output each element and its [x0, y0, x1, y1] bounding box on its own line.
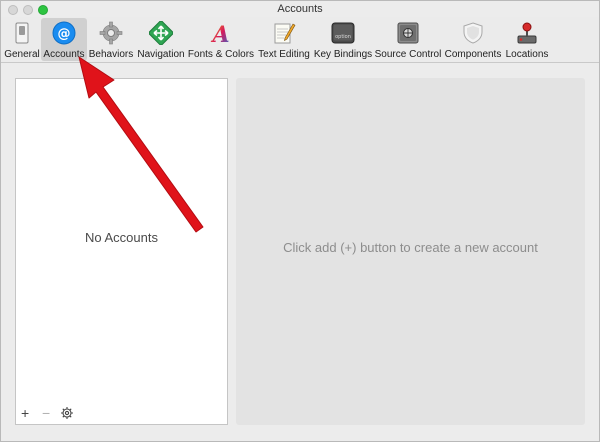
add-account-button[interactable]: + — [21, 405, 29, 421]
minimize-button[interactable] — [23, 5, 33, 15]
accounts-list[interactable]: No Accounts + − — [15, 78, 228, 425]
tab-text-editing-label: Text Editing — [258, 49, 310, 60]
window-title: Accounts — [277, 3, 323, 15]
tab-locations-label: Locations — [505, 49, 549, 60]
tab-components-label: Components — [444, 49, 502, 60]
preferences-toolbar: General @ Accounts Behaviors Navigation … — [1, 17, 599, 63]
create-account-hint: Click add (+) button to create a new acc… — [283, 240, 538, 255]
tab-general-label: General — [4, 49, 40, 60]
safe-icon — [397, 22, 419, 44]
tab-key-bindings-label: Key Bindings — [313, 49, 373, 60]
tab-navigation[interactable]: Navigation — [135, 18, 187, 61]
tab-general[interactable]: General — [3, 18, 41, 61]
joystick-icon — [517, 22, 537, 44]
tab-accounts[interactable]: @ Accounts — [41, 18, 87, 61]
tab-fonts-colors[interactable]: A Fonts & Colors — [187, 18, 255, 61]
svg-text:A: A — [210, 22, 229, 45]
account-detail-pane: Click add (+) button to create a new acc… — [236, 78, 585, 425]
zoom-button[interactable] — [38, 5, 48, 15]
switch-icon — [15, 22, 29, 44]
tab-fonts-colors-label: Fonts & Colors — [187, 49, 255, 60]
gear-icon[interactable] — [60, 406, 74, 420]
list-bottom-bar: + − — [16, 402, 227, 424]
tab-navigation-label: Navigation — [137, 49, 185, 60]
svg-text:@: @ — [58, 27, 71, 42]
at-sign-icon: @ — [52, 21, 76, 45]
tab-source-control-label: Source Control — [374, 49, 442, 60]
pencil-paper-icon — [274, 23, 296, 44]
tab-locations[interactable]: Locations — [503, 18, 551, 61]
tab-text-editing[interactable]: Text Editing — [255, 18, 313, 61]
tab-behaviors[interactable]: Behaviors — [87, 18, 135, 61]
remove-account-button[interactable]: − — [42, 405, 50, 421]
option-key-icon: option — [331, 22, 355, 44]
font-a-icon: A — [210, 22, 229, 45]
tab-components[interactable]: Components — [443, 18, 503, 61]
tab-source-control[interactable]: Source Control — [373, 18, 443, 61]
svg-text:option: option — [335, 34, 351, 40]
tab-accounts-label: Accounts — [43, 49, 85, 60]
title-bar: Accounts — [1, 1, 599, 17]
tab-behaviors-label: Behaviors — [88, 49, 134, 60]
empty-list-message: No Accounts — [85, 230, 158, 245]
gear-icon — [99, 21, 123, 45]
navigation-arrows-icon — [149, 21, 173, 45]
preferences-window: Accounts General @ Accounts Behaviors Na… — [0, 0, 600, 442]
close-button[interactable] — [8, 5, 18, 15]
tab-key-bindings[interactable]: option Key Bindings — [313, 18, 373, 61]
shield-icon — [463, 22, 483, 44]
